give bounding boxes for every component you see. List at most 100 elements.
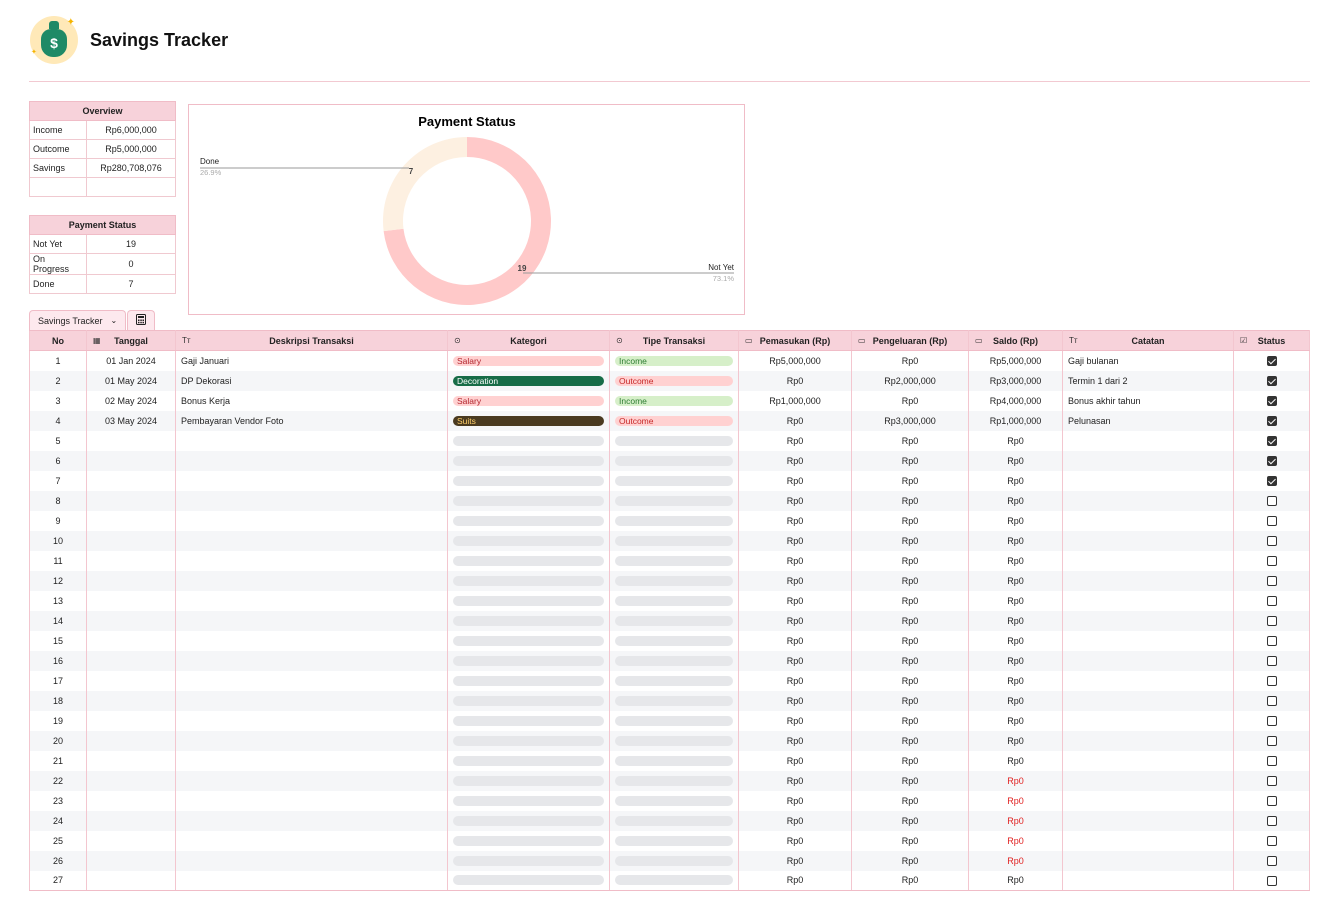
note-cell[interactable] bbox=[1062, 430, 1234, 451]
status-cell[interactable] bbox=[1233, 430, 1310, 451]
balance-cell[interactable]: Rp0 bbox=[968, 430, 1063, 451]
type-tag[interactable] bbox=[615, 495, 733, 506]
status-checkbox[interactable] bbox=[1266, 775, 1277, 786]
status-cell[interactable] bbox=[1233, 470, 1310, 491]
balance-cell[interactable]: Rp0 bbox=[968, 610, 1063, 631]
type-cell[interactable] bbox=[609, 710, 739, 731]
type-tag[interactable]: Income bbox=[615, 355, 733, 366]
expense-cell[interactable]: Rp0 bbox=[851, 870, 969, 891]
status-checkbox[interactable] bbox=[1266, 695, 1277, 706]
date-cell[interactable] bbox=[86, 610, 176, 631]
expense-cell[interactable]: Rp2,000,000 bbox=[851, 370, 969, 391]
category-tag[interactable] bbox=[453, 655, 604, 666]
date-cell[interactable] bbox=[86, 850, 176, 871]
type-tag[interactable] bbox=[615, 735, 733, 746]
category-tag[interactable]: Suits bbox=[453, 415, 604, 426]
category-cell[interactable] bbox=[447, 490, 610, 511]
expense-cell[interactable]: Rp3,000,000 bbox=[851, 410, 969, 431]
balance-cell[interactable]: Rp0 bbox=[968, 730, 1063, 751]
status-checkbox[interactable] bbox=[1266, 715, 1277, 726]
status-cell[interactable] bbox=[1233, 410, 1310, 431]
income-cell[interactable]: Rp0 bbox=[738, 750, 852, 771]
description-cell[interactable]: Gaji Januari bbox=[175, 350, 448, 371]
note-cell[interactable] bbox=[1062, 730, 1234, 751]
table-row[interactable]: 21 Rp0 Rp0 Rp0 bbox=[29, 750, 1310, 771]
category-cell[interactable] bbox=[447, 830, 610, 851]
expense-cell[interactable]: Rp0 bbox=[851, 630, 969, 651]
column-header[interactable]: ▭ Pengeluaran (Rp) bbox=[851, 330, 969, 351]
category-tag[interactable] bbox=[453, 435, 604, 446]
type-tag[interactable] bbox=[615, 795, 733, 806]
date-cell[interactable]: 01 May 2024 bbox=[86, 370, 176, 391]
status-cell[interactable] bbox=[1233, 810, 1310, 831]
category-cell[interactable] bbox=[447, 850, 610, 871]
income-cell[interactable]: Rp0 bbox=[738, 630, 852, 651]
column-header[interactable]: Tт Catatan bbox=[1062, 330, 1234, 351]
category-tag[interactable] bbox=[453, 615, 604, 626]
note-cell[interactable] bbox=[1062, 670, 1234, 691]
status-cell[interactable] bbox=[1233, 350, 1310, 371]
note-cell[interactable] bbox=[1062, 450, 1234, 471]
status-cell[interactable] bbox=[1233, 610, 1310, 631]
type-tag[interactable] bbox=[615, 755, 733, 766]
date-cell[interactable] bbox=[86, 490, 176, 511]
status-cell[interactable] bbox=[1233, 570, 1310, 591]
date-cell[interactable] bbox=[86, 650, 176, 671]
description-cell[interactable] bbox=[175, 810, 448, 831]
note-cell[interactable] bbox=[1062, 830, 1234, 851]
type-tag[interactable] bbox=[615, 815, 733, 826]
category-tag[interactable]: Salary bbox=[453, 355, 604, 366]
note-cell[interactable] bbox=[1062, 870, 1234, 891]
balance-cell[interactable]: Rp0 bbox=[968, 790, 1063, 811]
type-cell[interactable] bbox=[609, 510, 739, 531]
category-tag[interactable]: Decoration bbox=[453, 375, 604, 386]
expense-cell[interactable]: Rp0 bbox=[851, 350, 969, 371]
category-tag[interactable] bbox=[453, 695, 604, 706]
pie-slice-done[interactable] bbox=[383, 137, 467, 232]
category-cell[interactable] bbox=[447, 690, 610, 711]
income-cell[interactable]: Rp5,000,000 bbox=[738, 350, 852, 371]
table-row[interactable]: 9 Rp0 Rp0 Rp0 bbox=[29, 510, 1310, 531]
balance-cell[interactable]: Rp0 bbox=[968, 650, 1063, 671]
category-tag[interactable] bbox=[453, 675, 604, 686]
table-row[interactable]: 7 Rp0 Rp0 Rp0 bbox=[29, 470, 1310, 491]
description-cell[interactable] bbox=[175, 770, 448, 791]
status-cell[interactable] bbox=[1233, 830, 1310, 851]
status-cell[interactable] bbox=[1233, 550, 1310, 571]
type-cell[interactable] bbox=[609, 470, 739, 491]
type-tag[interactable] bbox=[615, 635, 733, 646]
balance-cell[interactable]: Rp0 bbox=[968, 550, 1063, 571]
type-cell[interactable] bbox=[609, 650, 739, 671]
expense-cell[interactable]: Rp0 bbox=[851, 790, 969, 811]
date-cell[interactable]: 01 Jan 2024 bbox=[86, 350, 176, 371]
note-cell[interactable] bbox=[1062, 570, 1234, 591]
status-checkbox[interactable] bbox=[1266, 615, 1277, 626]
type-cell[interactable] bbox=[609, 810, 739, 831]
status-checkbox[interactable] bbox=[1266, 835, 1277, 846]
expense-cell[interactable]: Rp0 bbox=[851, 470, 969, 491]
chevron-down-icon[interactable]: ⌄ bbox=[111, 316, 118, 325]
expense-cell[interactable]: Rp0 bbox=[851, 490, 969, 511]
table-row[interactable]: 19 Rp0 Rp0 Rp0 bbox=[29, 710, 1310, 731]
description-cell[interactable] bbox=[175, 430, 448, 451]
description-cell[interactable] bbox=[175, 610, 448, 631]
status-checkbox[interactable] bbox=[1266, 515, 1277, 526]
income-cell[interactable]: Rp0 bbox=[738, 430, 852, 451]
type-tag[interactable] bbox=[615, 475, 733, 486]
balance-cell[interactable]: Rp0 bbox=[968, 810, 1063, 831]
balance-cell[interactable]: Rp0 bbox=[968, 470, 1063, 491]
date-cell[interactable] bbox=[86, 690, 176, 711]
balance-cell[interactable]: Rp0 bbox=[968, 570, 1063, 591]
balance-cell[interactable]: Rp1,000,000 bbox=[968, 410, 1063, 431]
type-cell[interactable] bbox=[609, 530, 739, 551]
category-cell[interactable] bbox=[447, 510, 610, 531]
description-cell[interactable] bbox=[175, 750, 448, 771]
expense-cell[interactable]: Rp0 bbox=[851, 590, 969, 611]
type-cell[interactable]: Income bbox=[609, 350, 739, 371]
date-cell[interactable] bbox=[86, 770, 176, 791]
income-cell[interactable]: Rp0 bbox=[738, 710, 852, 731]
status-checkbox[interactable] bbox=[1266, 815, 1277, 826]
category-tag[interactable] bbox=[453, 555, 604, 566]
status-checkbox[interactable] bbox=[1266, 655, 1277, 666]
type-cell[interactable] bbox=[609, 490, 739, 511]
